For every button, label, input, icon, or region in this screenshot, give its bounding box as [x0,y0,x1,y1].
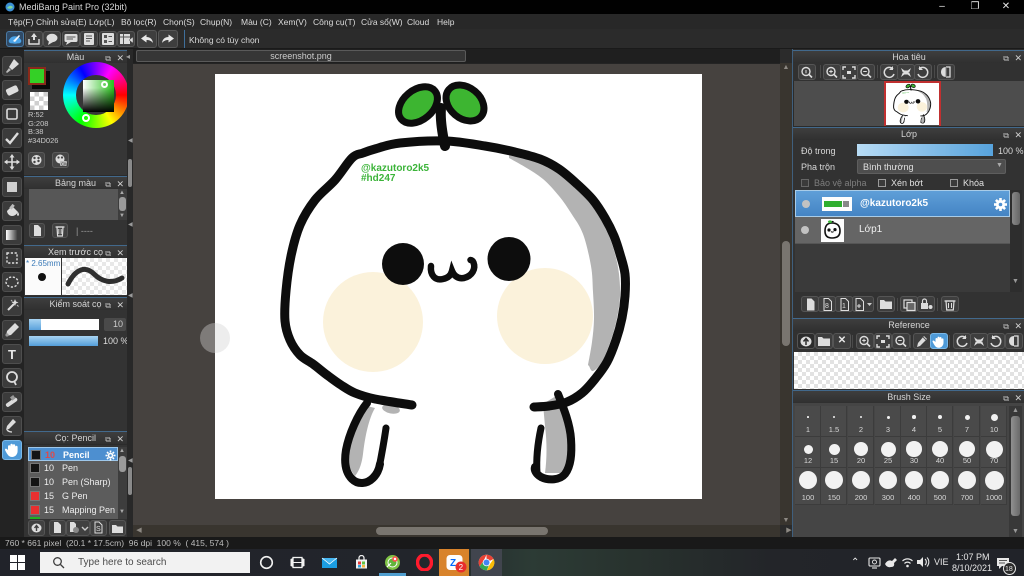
svg-text:18: 18 [1005,566,1013,573]
svg-text:1: 1 [842,303,846,310]
svg-text:8: 8 [825,303,829,310]
svg-text:#hd247: #hd247 [361,173,396,184]
svg-text:2: 2 [459,563,464,572]
svg-text:S: S [96,526,101,533]
svg-text:CMY: CMY [61,162,68,167]
